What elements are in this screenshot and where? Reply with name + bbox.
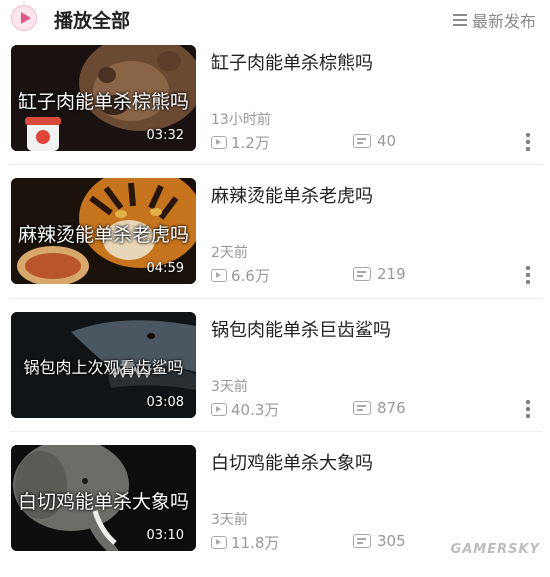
danmaku-count-value: 40 xyxy=(377,132,397,150)
video-duration: 04:59 xyxy=(146,261,184,276)
video-card[interactable]: 麻辣烫能单杀老虎吗 04:59 麻辣烫能单杀老虎吗 2天前 6.6万 219 xyxy=(0,178,550,310)
play-count-icon xyxy=(211,136,227,149)
video-card[interactable]: 锅包肉上次观看齿鲨吗 03:08 锅包肉能单杀巨齿鲨吗 3天前 40.3万 87… xyxy=(0,312,550,444)
video-thumbnail[interactable]: 锅包肉上次观看齿鲨吗 03:08 xyxy=(11,312,196,418)
video-title[interactable]: 缸子肉能单杀棕熊吗 xyxy=(211,49,373,75)
sort-icon xyxy=(452,14,467,26)
danmaku-count-value: 219 xyxy=(377,265,406,283)
divider xyxy=(10,164,542,165)
play-count: 40.3万 xyxy=(211,399,279,420)
play-count-value: 1.2万 xyxy=(231,134,270,152)
play-count-icon xyxy=(211,403,227,416)
video-thumbnail[interactable]: 麻辣烫能单杀老虎吗 04:59 xyxy=(11,178,196,284)
thumbnail-caption: 缸子肉能单杀棕熊吗 xyxy=(17,91,189,113)
posted-time: 13小时前 xyxy=(211,112,271,128)
danmaku-icon xyxy=(353,134,371,148)
play-count-value: 40.3万 xyxy=(231,401,280,419)
play-count-icon xyxy=(211,269,227,282)
posted-time: 3天前 xyxy=(211,512,248,528)
danmaku-icon xyxy=(353,534,371,548)
thumbnail-caption: 麻辣烫能单杀老虎吗 xyxy=(17,224,189,246)
danmaku-icon xyxy=(353,401,371,415)
video-title[interactable]: 白切鸡能单杀大象吗 xyxy=(211,449,373,475)
video-duration: 03:32 xyxy=(146,128,184,143)
danmaku-count-value: 876 xyxy=(377,399,406,417)
video-duration: 03:08 xyxy=(146,395,184,410)
video-duration: 03:10 xyxy=(146,528,184,543)
divider xyxy=(10,298,542,299)
danmaku-icon xyxy=(353,267,371,281)
play-all-button[interactable]: 播放全部 xyxy=(54,6,130,33)
video-card[interactable]: 白切鸡能单杀大象吗 03:10 白切鸡能单杀大象吗 3天前 11.8万 305 xyxy=(0,445,550,577)
play-count-value: 11.8万 xyxy=(231,534,280,552)
danmaku-count: 876 xyxy=(353,399,406,417)
video-thumbnail[interactable]: 缸子肉能单杀棕熊吗 03:32 xyxy=(11,45,196,151)
play-count-icon xyxy=(211,536,227,549)
danmaku-count: 219 xyxy=(353,265,406,283)
watermark: GAMERSKY xyxy=(450,542,540,557)
danmaku-count: 305 xyxy=(353,532,406,550)
more-options-icon[interactable] xyxy=(525,266,531,286)
video-title[interactable]: 锅包肉能单杀巨齿鲨吗 xyxy=(211,316,391,342)
thumbnail-caption: 锅包肉上次观看齿鲨吗 xyxy=(23,358,184,377)
danmaku-count-value: 305 xyxy=(377,532,406,550)
divider xyxy=(10,431,542,432)
thumbnail-caption: 白切鸡能单杀大象吗 xyxy=(17,491,189,513)
play-count: 6.6万 xyxy=(211,265,270,286)
posted-time: 3天前 xyxy=(211,379,248,395)
danmaku-count: 40 xyxy=(353,132,396,150)
video-card[interactable]: 缸子肉能单杀棕熊吗 03:32 缸子肉能单杀棕熊吗 13小时前 1.2万 40 xyxy=(0,45,550,177)
play-count: 1.2万 xyxy=(211,132,270,153)
sort-button[interactable]: 最新发布 xyxy=(452,8,536,32)
posted-time: 2天前 xyxy=(211,245,248,261)
sort-label: 最新发布 xyxy=(471,12,536,31)
play-count-value: 6.6万 xyxy=(231,267,270,285)
more-options-icon[interactable] xyxy=(525,133,531,153)
list-header: 播放全部 最新发布 xyxy=(0,0,550,38)
play-all-icon[interactable] xyxy=(11,5,37,31)
play-count: 11.8万 xyxy=(211,532,279,553)
video-thumbnail[interactable]: 白切鸡能单杀大象吗 03:10 xyxy=(11,445,196,551)
video-title[interactable]: 麻辣烫能单杀老虎吗 xyxy=(211,182,373,208)
more-options-icon[interactable] xyxy=(525,400,531,420)
